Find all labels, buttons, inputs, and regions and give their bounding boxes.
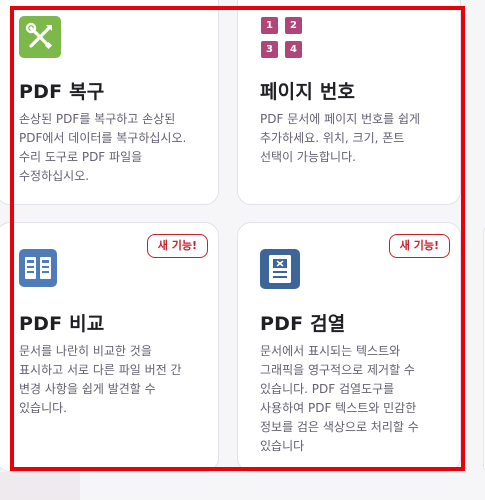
new-feature-badge: 새 기능! <box>146 234 208 258</box>
compare-documents-icon <box>19 249 57 287</box>
tool-card-pdf-compare[interactable]: 새 기능! PDF 비교 문서를 나란히 비교한 것을 표시하고 서로 다른 파… <box>0 222 219 472</box>
card-description: PDF 문서에 페이지 번호를 쉽게 추가하세요. 위치, 크기, 폰트 선택이… <box>260 112 421 164</box>
redact-document-icon <box>260 249 300 289</box>
page-number-grid-icon: 1 2 3 4 <box>261 17 303 59</box>
bottom-left-shade <box>0 472 80 500</box>
card-description: 손상된 PDF를 복구하고 손상된 PDF에서 데이터를 복구하십시오. 수리 … <box>19 112 187 183</box>
new-feature-badge: 새 기능! <box>388 234 450 258</box>
grid-number: 1 <box>261 17 278 34</box>
repair-tools-icon <box>19 16 61 58</box>
card-description: 문서를 나란히 비교한 것을 표시하고 서로 다른 파일 버전 간 변경 사항을… <box>19 344 182 415</box>
tool-card-page-numbers[interactable]: 1 2 3 4 페이지 번호 PDF 문서에 페이지 번호를 쉽게 추가하세요.… <box>237 0 461 205</box>
grid-number: 4 <box>285 41 302 58</box>
grid-number: 3 <box>261 41 278 58</box>
card-title: PDF 복구 <box>19 81 105 103</box>
tool-card-pdf-redact[interactable]: 새 기능! PDF 검열 문서에서 표시되는 텍스트와 그래픽을 영구적으로 제… <box>237 222 461 472</box>
grid-number: 2 <box>285 17 302 34</box>
card-description: 문서에서 표시되는 텍스트와 그래픽을 영구적으로 제거할 수 있습니다. PD… <box>260 344 419 453</box>
card-title: PDF 비교 <box>19 313 105 335</box>
tool-card-pdf-repair[interactable]: PDF 복구 손상된 PDF를 복구하고 손상된 PDF에서 데이터를 복구하십… <box>0 0 219 205</box>
card-title: PDF 검열 <box>260 313 346 335</box>
card-title: 페이지 번호 <box>260 81 356 103</box>
